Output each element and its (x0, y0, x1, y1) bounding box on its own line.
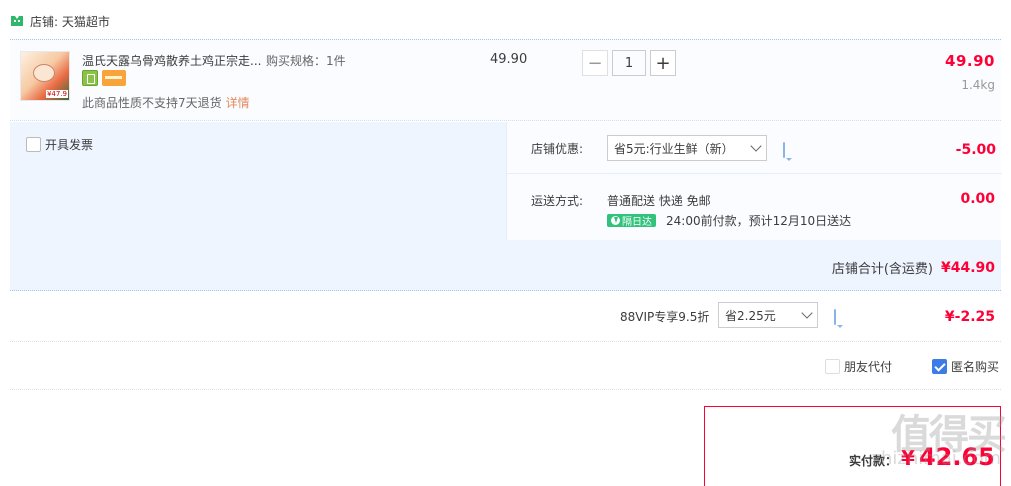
shop-total-row: 店铺合计(含运费) ¥44.90 (10, 240, 1001, 291)
chevron-down-icon (750, 140, 762, 152)
product-image-graphic (33, 64, 55, 82)
shop-options-panel: 店铺优惠: 省5元:行业生鲜（新） -5.00 运送方式: 普通配送 快递 免邮… (506, 122, 1002, 240)
quantity-increase-button[interactable]: + (650, 50, 676, 76)
vip-discount-select[interactable]: 省2.25元 (718, 302, 818, 328)
anonymous-option[interactable]: 匿名购买 (932, 358, 999, 375)
quantity-input[interactable]: 1 (612, 50, 646, 76)
shipping-method: 普通配送 快递 免邮 (607, 194, 711, 208)
friend-pay-checkbox[interactable] (825, 359, 840, 374)
quantity-stepper: − 1 + (582, 50, 676, 76)
unit-price: 49.90 (490, 52, 528, 67)
shop-discount-value: 省5元:行业生鲜（新） (614, 141, 734, 156)
product-title-link[interactable]: 温氏天露乌骨鸡散养土鸡正宗走... (82, 52, 261, 69)
product-spec: 购买规格：1件 (266, 54, 346, 68)
anonymous-label[interactable]: 匿名购买 (951, 358, 999, 375)
delivery-estimate: 隔日达 24:00前付款，预计12月10日送达 (607, 212, 851, 229)
item-subtotal: 49.90 (945, 52, 995, 70)
cart-item-row: ¥47.9 温氏天露乌骨鸡散养土鸡正宗走... 购买规格：1件 此商品性质不支持… (10, 39, 1001, 121)
quality-badge-icon[interactable] (82, 70, 98, 86)
friend-pay-label[interactable]: 朋友代付 (844, 358, 892, 375)
anonymous-checkbox[interactable] (932, 359, 947, 374)
message-icon[interactable] (834, 309, 836, 325)
shop-total-label: 店铺合计(含运费) (831, 262, 933, 277)
next-day-badge: 隔日达 (607, 214, 656, 228)
friend-pay-option[interactable]: 朋友代付 (825, 358, 892, 375)
service-badges (82, 70, 126, 86)
message-icon[interactable] (783, 142, 785, 158)
invoice-checkbox[interactable] (26, 137, 41, 152)
shop-discount-label: 店铺优惠: (531, 142, 584, 156)
product-thumbnail[interactable]: ¥47.9 (20, 51, 70, 101)
invoice-option[interactable]: 开具发票 (26, 136, 93, 153)
shop-name[interactable]: 店铺: 天猫超市 (30, 13, 110, 30)
delivery-note: 24:00前付款，预计12月10日送达 (666, 214, 852, 228)
chevron-down-icon (801, 307, 813, 319)
vip-discount-value: 省2.25元 (725, 308, 776, 323)
return-policy-detail-link[interactable]: 详情 (226, 96, 250, 110)
return-policy-note: 此商品性质不支持7天退货 详情 (82, 94, 250, 111)
shipping-amount: 0.00 (960, 191, 995, 207)
tmall-icon (11, 16, 23, 26)
item-weight: 1.4kg (961, 78, 995, 92)
vip-discount-row: 88VIP专享9.5折 省2.25元 ¥-2.25 (10, 292, 1001, 342)
shop-total-amount: ¥44.90 (940, 259, 995, 276)
invoice-label[interactable]: 开具发票 (45, 136, 93, 153)
shop-discount-row: 店铺优惠: 省5元:行业生鲜（新） -5.00 (507, 122, 1002, 174)
card-payment-badge-icon[interactable] (102, 70, 126, 86)
shop-discount-amount: -5.00 (955, 142, 996, 158)
order-options: 开具发票 店铺优惠: 省5元:行业生鲜（新） -5.00 运送方式: 普通配送 … (10, 122, 1002, 240)
shipping-label: 运送方式: (531, 194, 584, 208)
thumbnail-price-tag: ¥47.9 (45, 90, 68, 98)
shop-discount-select[interactable]: 省5元:行业生鲜（新） (607, 135, 767, 161)
payment-options-row: 朋友代付 匿名购买 (10, 342, 1001, 390)
watermark-url: zhizhimai.com (871, 448, 1001, 469)
quantity-decrease-button[interactable]: − (582, 50, 608, 76)
shop-total: 店铺合计(含运费) ¥44.90 (831, 258, 995, 278)
shop-header: 店铺: 天猫超市 (10, 12, 110, 30)
vip-discount-amount: ¥-2.25 (944, 309, 995, 325)
lightning-icon (611, 216, 620, 225)
next-day-badge-text: 隔日达 (622, 217, 652, 228)
return-policy-text: 此商品性质不支持7天退货 (82, 96, 222, 110)
vip-label: 88VIP专享9.5折 (620, 310, 710, 324)
